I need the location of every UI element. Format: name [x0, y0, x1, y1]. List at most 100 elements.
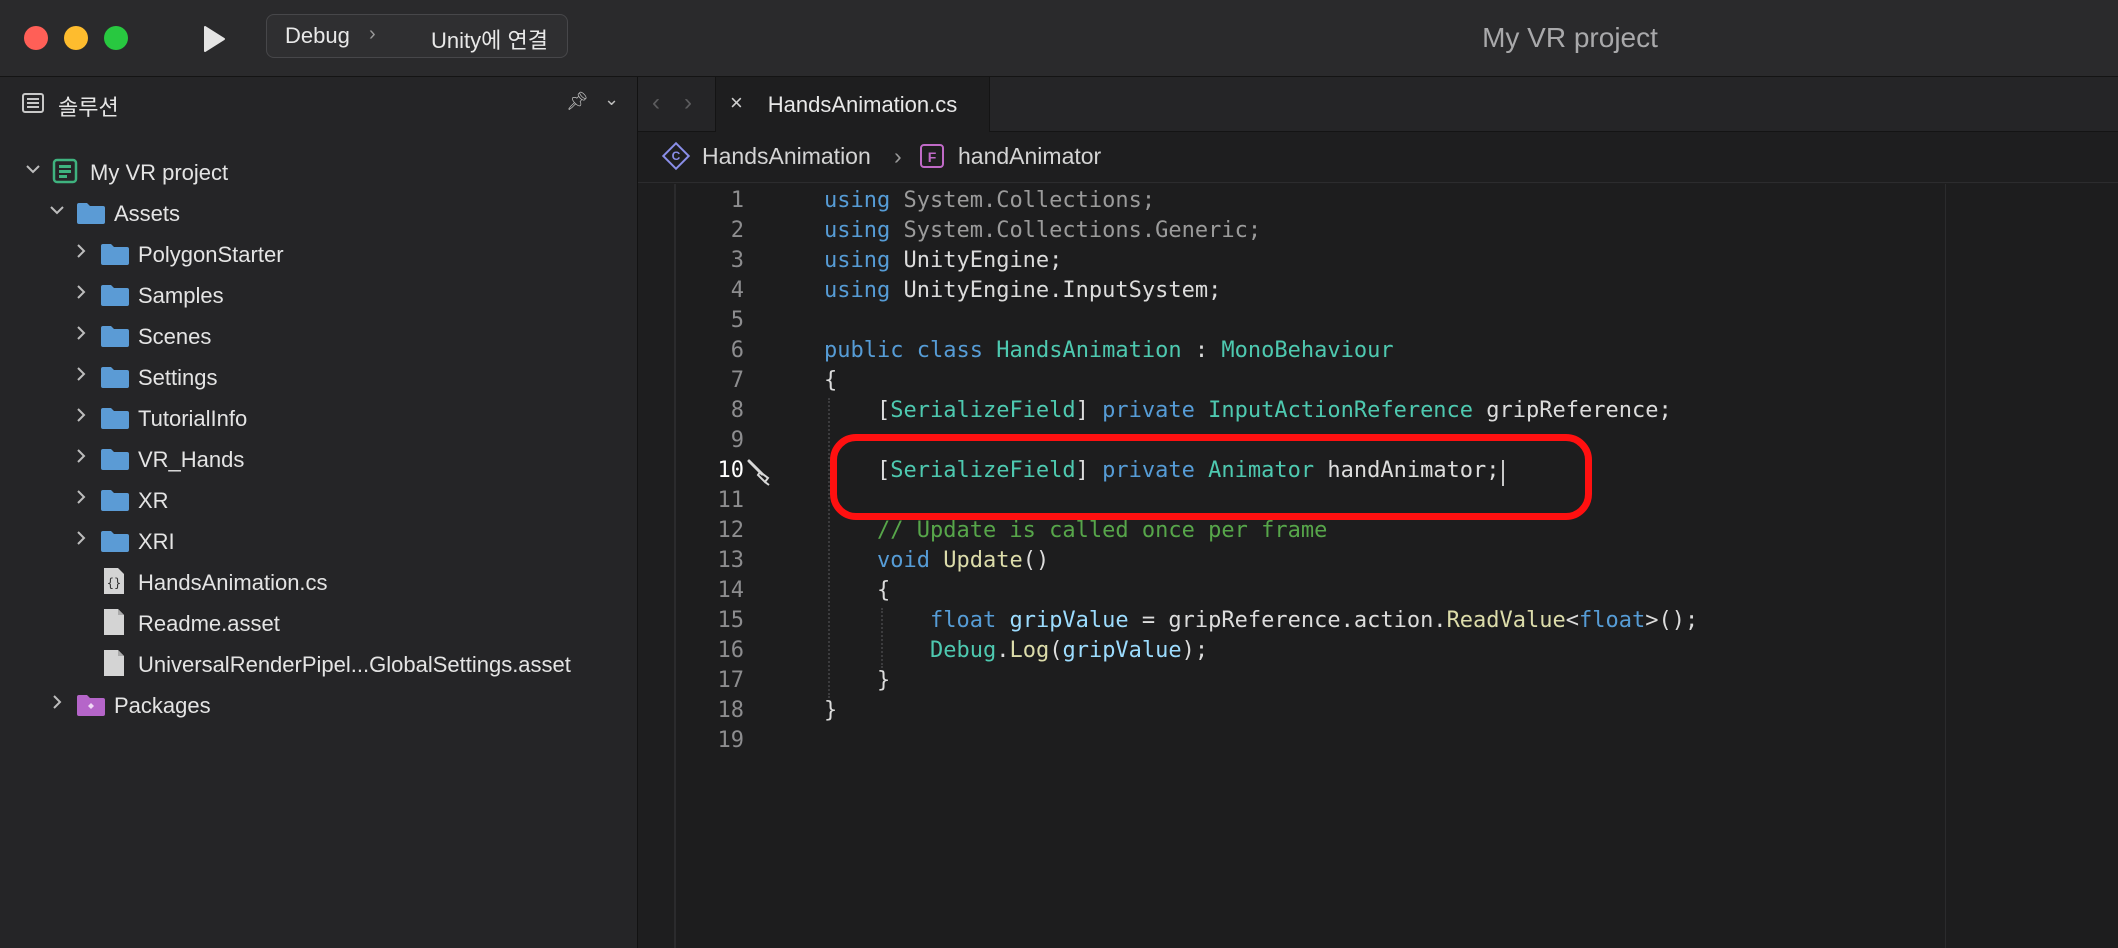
solution-panel-icon — [22, 93, 44, 113]
quick-fix-brush-icon[interactable] — [746, 458, 774, 486]
chevron-right-icon[interactable] — [72, 283, 90, 301]
tree-item-readme-asset[interactable]: Readme.asset — [0, 603, 637, 643]
code-line[interactable]: [SerializeField] private InputActionRefe… — [824, 398, 1672, 428]
tab-label: HandsAnimation.cs — [767, 92, 958, 117]
close-window-button[interactable] — [24, 26, 48, 50]
tab-handsanimation[interactable]: × HandsAnimation.cs — [715, 77, 990, 132]
tree-item-tutorialinfo[interactable]: TutorialInfo — [0, 398, 637, 438]
chevron-right-icon[interactable] — [72, 242, 90, 260]
chevron-down-icon[interactable]: ⌄ — [604, 89, 619, 110]
code-token: private — [1102, 398, 1195, 423]
chevron-right-icon[interactable] — [72, 488, 90, 506]
breadcrumb-class[interactable]: HandsAnimation — [702, 143, 871, 170]
run-configuration-selector[interactable]: Debug › Unity에 연결 — [266, 14, 568, 58]
tree-item-packages[interactable]: Packages — [0, 685, 637, 725]
tree-item-vr-hands[interactable]: VR_Hands — [0, 439, 637, 479]
line-number: 16 — [717, 638, 745, 663]
code-line[interactable]: { — [824, 578, 890, 608]
back-arrow-icon[interactable]: ‹ — [652, 89, 660, 117]
tree-item-scenes[interactable]: Scenes — [0, 316, 637, 356]
sidebar-title: 솔루션 — [58, 95, 119, 120]
chevron-down-icon[interactable] — [48, 201, 66, 219]
zoom-window-button[interactable] — [104, 26, 128, 50]
code-token: Log — [1009, 638, 1050, 663]
code-line[interactable]: // Update is called once per frame — [824, 518, 1327, 548]
indent-guide — [881, 608, 883, 668]
code-token: Update — [943, 548, 1023, 573]
tree-item-label: XRI — [138, 529, 175, 554]
tree-item-my-vr-project[interactable]: My VR project — [0, 152, 637, 192]
tree-item-universalrenderpipel-globalsettings-asset[interactable]: UniversalRenderPipel...GlobalSettings.as… — [0, 644, 637, 684]
tree-item-xr[interactable]: XR — [0, 480, 637, 520]
chevron-right-icon[interactable] — [72, 529, 90, 547]
minimize-window-button[interactable] — [64, 26, 88, 50]
line-number: 6 — [730, 338, 744, 363]
chevron-right-icon[interactable] — [72, 406, 90, 424]
line-number: 11 — [717, 488, 745, 513]
breadcrumb-field[interactable]: handAnimator — [958, 143, 1101, 170]
code-token: [ — [824, 398, 891, 423]
folder-icon — [100, 242, 130, 272]
class-badge-letter: C — [671, 149, 681, 163]
code-token: ] — [1075, 398, 1103, 423]
highlight-annotation — [830, 434, 1592, 520]
code-line[interactable]: using System.Collections; — [824, 188, 1155, 218]
field-badge-letter: F — [927, 149, 937, 165]
code-line[interactable]: void Update() — [824, 548, 1049, 578]
code-token: using — [824, 188, 891, 213]
chevron-right-icon[interactable] — [72, 365, 90, 383]
tree-item-label: Samples — [138, 283, 224, 308]
code-token: ReadValue — [1446, 608, 1566, 633]
csharp-file-icon: {} — [102, 567, 126, 601]
tree-item-assets[interactable]: Assets — [0, 193, 637, 233]
run-button[interactable] — [196, 22, 230, 56]
code-token: >(); — [1645, 608, 1699, 633]
line-number: 13 — [717, 548, 745, 573]
code-token: using — [824, 248, 891, 273]
chevron-right-icon[interactable] — [72, 447, 90, 465]
breadcrumb-separator: › — [894, 143, 902, 169]
code-line[interactable]: } — [824, 668, 890, 698]
code-line[interactable]: public class HandsAnimation : MonoBehavi… — [824, 338, 1394, 368]
code-token: } — [824, 668, 891, 693]
tree-item-label: VR_Hands — [138, 447, 245, 472]
chevron-right-icon[interactable] — [48, 693, 66, 711]
tree-item-polygonstarter[interactable]: PolygonStarter — [0, 234, 637, 274]
tree-item-samples[interactable]: Samples — [0, 275, 637, 315]
code-token: float — [1579, 608, 1646, 633]
file-icon — [102, 608, 126, 642]
project-icon — [52, 158, 78, 190]
code-line[interactable]: using System.Collections.Generic; — [824, 218, 1261, 248]
minimap-divider — [1945, 184, 1946, 948]
code-token: void — [876, 548, 930, 573]
chevron-right-icon[interactable] — [72, 324, 90, 342]
chevron-down-icon[interactable] — [24, 160, 42, 178]
tree-item-xri[interactable]: XRI — [0, 521, 637, 561]
indent-guide — [828, 398, 830, 698]
code-token: System.Collections.Generic; — [890, 218, 1262, 243]
close-icon[interactable]: × — [730, 90, 743, 116]
code-line[interactable]: using UnityEngine; — [824, 248, 1062, 278]
pin-icon[interactable]: 📌︎ — [566, 91, 589, 112]
code-line[interactable]: } — [824, 698, 837, 728]
code-line[interactable]: float gripValue = gripReference.action.R… — [824, 608, 1698, 638]
class-symbol-icon: C — [661, 141, 691, 171]
line-number: 7 — [730, 368, 744, 393]
code-token: gripValue — [1062, 638, 1182, 663]
forward-arrow-icon[interactable]: › — [684, 89, 692, 117]
code-token: class — [916, 338, 983, 363]
code-line[interactable]: { — [824, 368, 837, 398]
tree-item-handsanimation-cs[interactable]: {} HandsAnimation.cs — [0, 562, 637, 602]
file-icon — [102, 649, 126, 683]
tree-item-label: Readme.asset — [138, 611, 280, 636]
folder-icon — [100, 529, 130, 559]
line-number: 12 — [717, 518, 745, 543]
code-token: MonoBehaviour — [1221, 338, 1394, 363]
tree-item-settings[interactable]: Settings — [0, 357, 637, 397]
line-number: 8 — [730, 398, 744, 423]
field-symbol-icon: F — [920, 144, 944, 168]
code-line[interactable]: using UnityEngine.InputSystem; — [824, 278, 1221, 308]
